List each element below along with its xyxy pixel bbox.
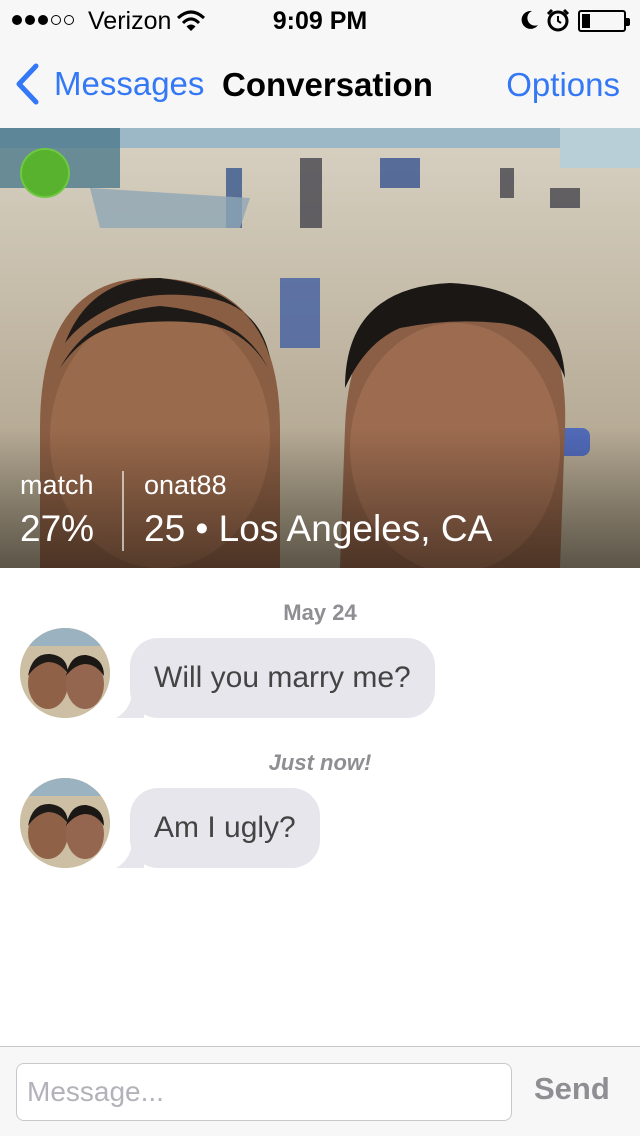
- avatar[interactable]: [20, 778, 110, 868]
- bubble-tail: [116, 834, 144, 868]
- battery-icon: [578, 10, 630, 32]
- online-status-indicator: [20, 148, 70, 198]
- bubble-tail: [116, 684, 144, 718]
- info-divider: [122, 471, 124, 551]
- page-title: Conversation: [222, 66, 433, 103]
- message-text: Will you marry me?: [154, 661, 411, 694]
- options-button[interactable]: Options: [506, 66, 620, 104]
- message-text: Am I ugly?: [154, 811, 296, 844]
- username: onat88: [144, 470, 227, 500]
- message-bubble[interactable]: Am I ugly?: [116, 788, 320, 868]
- message-input[interactable]: [16, 1063, 512, 1121]
- age-location: 25 • Los Angeles, CA: [144, 508, 493, 549]
- status-bar: Verizon 9:09 PM: [0, 0, 640, 40]
- match-label: match: [20, 470, 94, 500]
- alarm-icon: [546, 8, 570, 37]
- send-button[interactable]: Send: [534, 1071, 610, 1107]
- back-button[interactable]: Messages: [14, 62, 204, 106]
- profile-photo[interactable]: match 27% onat88 25 • Los Angeles, CA: [0, 128, 640, 568]
- message-bubble[interactable]: Will you marry me?: [116, 638, 435, 718]
- back-button-label: Messages: [54, 65, 205, 102]
- status-time: 9:09 PM: [272, 7, 368, 35]
- date-separator: Just now!: [268, 750, 372, 775]
- chevron-left-icon: [16, 63, 39, 105]
- date-separator: May 24: [283, 600, 357, 625]
- avatar[interactable]: [20, 628, 110, 718]
- navigation-bar: Messages Conversation Options: [0, 40, 640, 128]
- moon-icon: [518, 9, 540, 36]
- message-composer: Send: [0, 1046, 640, 1136]
- match-percentage: 27%: [20, 508, 95, 549]
